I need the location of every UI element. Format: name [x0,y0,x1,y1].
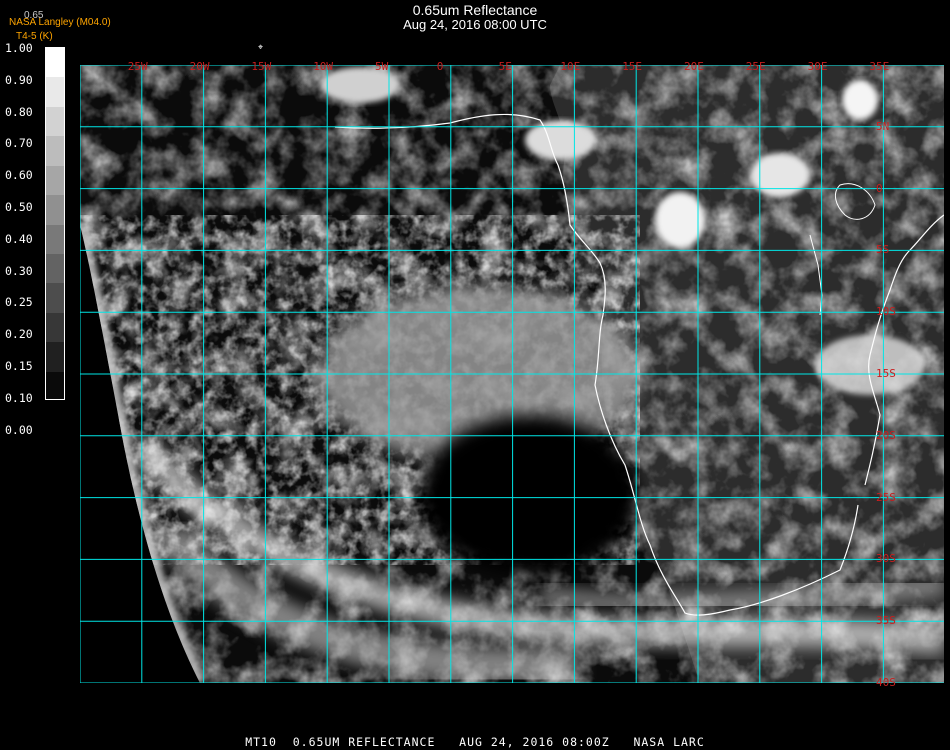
colorbar-step [46,165,64,197]
latitude-label: 10S [876,305,896,319]
colorbar [45,47,65,400]
cursor-icon: ⌖ [258,43,264,53]
longitude-label: 5W [375,60,389,73]
colorbar-tick-label: 0.00 [5,422,33,437]
latitude-label: 0 [876,181,883,195]
colorbar-tick-label: 0.80 [5,104,33,119]
colorbar-step [46,48,64,79]
colorbar-step [46,224,64,255]
longitude-label: 35E [869,60,890,73]
image-timestamp: Aug 24, 2016 08:00 UTC [403,17,547,32]
colorbar-tick-label: 0.70 [5,136,33,151]
longitude-label: 15W [251,60,272,73]
longitude-label: 20E [684,60,704,73]
colorbar-tick-label: 0.20 [5,327,33,342]
colorbar-tick-label: 0.60 [5,168,33,183]
colorbar-step [46,342,64,373]
latitude-label: 20S [876,428,896,442]
satellite-map [80,65,944,683]
colorbar-tick-label: 0.25 [5,295,33,310]
image-title: 0.65um Reflectance [412,2,538,18]
latitude-label: 25S [876,490,896,504]
longitude-label: 5E [498,60,512,73]
longitude-label: 10W [313,60,334,73]
colorbar-step [46,371,64,399]
colorbar-step [46,253,64,285]
latitude-label: 5N [876,119,890,133]
longitude-label: 15E [622,60,643,73]
colorbar-tick-label: 0.40 [5,231,33,246]
colorbar-tick-label: 0.15 [5,359,33,373]
colorbar-step [46,283,64,314]
colorbar-step [46,77,64,108]
colorbar-tick-label: 0.10 [5,390,33,405]
longitude-label: 10E [560,60,581,73]
latitude-label: 15S [876,367,896,380]
colorbar-step [46,136,64,167]
colorbar-step [46,312,64,344]
longitude-label: 25E [745,60,766,73]
colorbar-tick-label: 0.30 [5,263,33,278]
colorbar-tick-label: 0.50 [5,200,33,214]
longitude-label: 0 [436,60,444,73]
colorbar-step [46,106,64,138]
status-footer: MT10 0.65UM REFLECTANCE AUG 24, 2016 08:… [245,735,705,749]
colorbar-tick-label: 1.00 [5,41,33,55]
latitude-label: 5S [876,243,890,257]
longitude-label: 20W [189,60,210,73]
map-canvas [80,65,944,683]
latitude-label: 35S [876,614,896,628]
longitude-label: 25W [127,60,148,73]
colorbar-tick-label: 0.90 [5,72,33,87]
colorbar-step [46,195,64,226]
credit-label: NASA Langley (M04.0) [9,17,111,28]
latitude-label: 40S [876,676,896,689]
latitude-label: 30S [876,552,896,566]
longitude-label: 30E [807,60,828,73]
